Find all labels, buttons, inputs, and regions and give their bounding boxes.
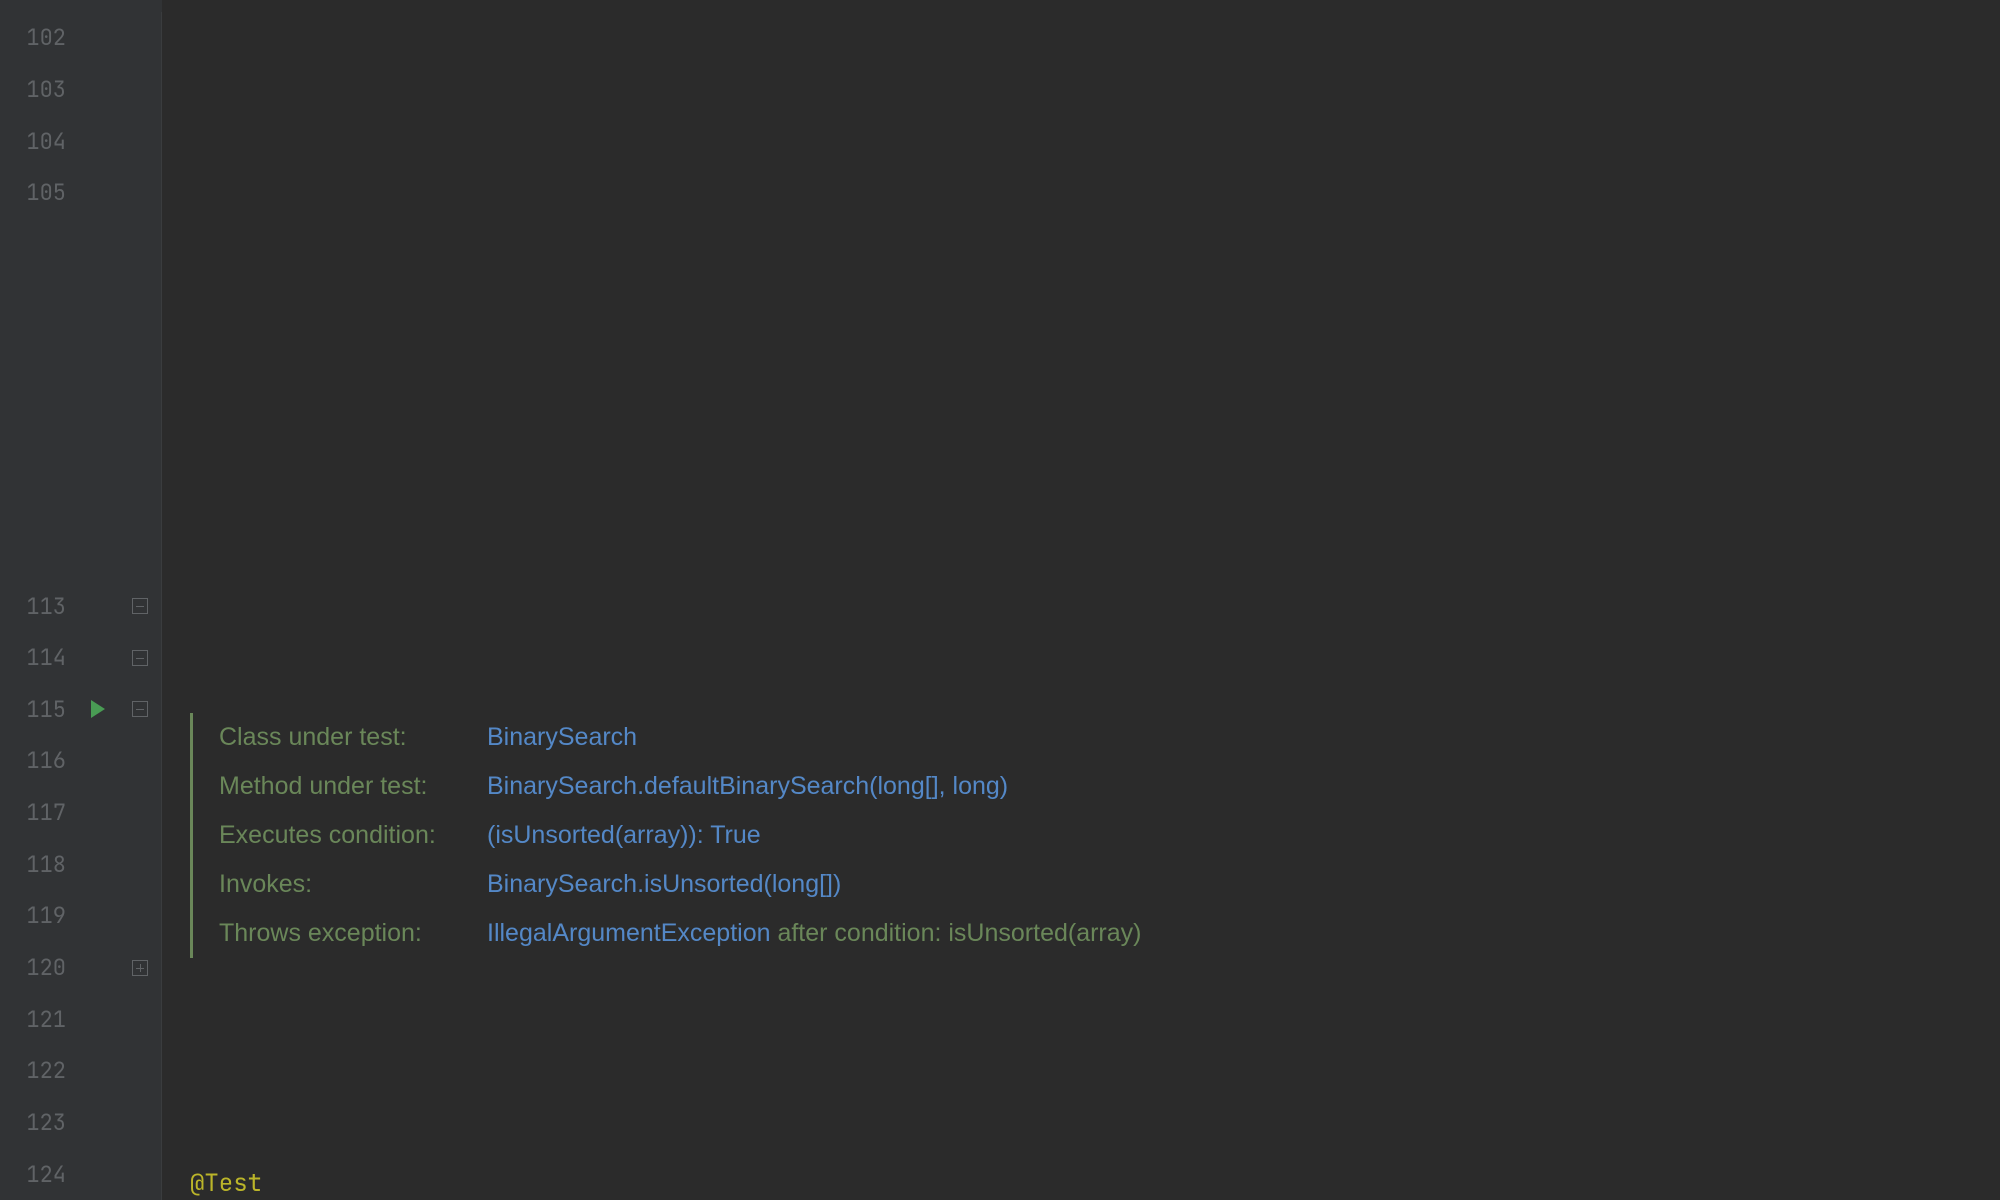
line-number: 118 xyxy=(0,838,66,890)
line-number: 124 xyxy=(0,1148,66,1200)
line-number: 123 xyxy=(0,1097,66,1149)
line-number: 104 xyxy=(0,115,66,167)
doc-label-executes-condition: Executes condition: xyxy=(219,821,479,850)
gutter: 1021031041051131141151161171181191201211… xyxy=(0,0,162,1200)
doc-label-throws: Throws exception: xyxy=(219,919,479,948)
doc-link-throws-exception[interactable]: IllegalArgumentException xyxy=(487,919,771,947)
fold-collapse-icon[interactable] xyxy=(132,598,148,614)
doc-link-invokes[interactable]: BinarySearch.isUnsorted(long[]) xyxy=(487,870,841,898)
line-number: 115 xyxy=(0,684,66,736)
doc-link-class-under-test[interactable]: BinarySearch xyxy=(487,723,637,751)
annotation-test: @Test xyxy=(190,1168,262,1199)
code-line: @Test xyxy=(190,1155,2000,1200)
line-numbers-column: 1021031041051131141151161171181191201211… xyxy=(0,12,78,1200)
line-number: 119 xyxy=(0,890,66,942)
run-test-icon[interactable] xyxy=(91,700,105,718)
javadoc-summary-block: Class under test: BinarySearch Method un… xyxy=(190,713,1141,958)
code-line xyxy=(176,223,2000,279)
doc-val-throws-after: after condition: isUnsorted(array) xyxy=(771,919,1142,947)
doc-val-executes-condition: (isUnsorted(array)): True xyxy=(487,821,761,849)
code-line xyxy=(176,105,2000,161)
line-number: 121 xyxy=(0,993,66,1045)
code-editor: 1021031041051131141151161171181191201211… xyxy=(0,0,2000,1200)
line-number: 103 xyxy=(0,64,66,116)
line-number: 114 xyxy=(0,632,66,684)
line-number: 102 xyxy=(0,12,66,64)
fold-collapse-icon[interactable] xyxy=(132,650,148,666)
doc-link-method-under-test[interactable]: BinarySearch.defaultBinarySearch(long[],… xyxy=(487,772,1008,800)
fold-column xyxy=(118,12,162,1200)
fold-collapse-icon[interactable] xyxy=(132,701,148,717)
line-number: 116 xyxy=(0,735,66,787)
line-number: 120 xyxy=(0,942,66,994)
doc-label-method-under-test: Method under test: xyxy=(219,772,479,801)
code-line xyxy=(176,341,2000,397)
line-number: 105 xyxy=(0,167,66,219)
line-number: 117 xyxy=(0,787,66,839)
line-number: 113 xyxy=(0,580,66,632)
fold-expand-icon[interactable] xyxy=(132,960,148,976)
code-line xyxy=(176,459,2000,515)
doc-label-class-under-test: Class under test: xyxy=(219,723,479,752)
doc-label-invokes: Invokes: xyxy=(219,870,479,899)
run-markers-column xyxy=(78,12,118,1200)
line-number: 122 xyxy=(0,1045,66,1097)
code-area[interactable]: Class under test: BinarySearch Method un… xyxy=(162,0,2000,1200)
